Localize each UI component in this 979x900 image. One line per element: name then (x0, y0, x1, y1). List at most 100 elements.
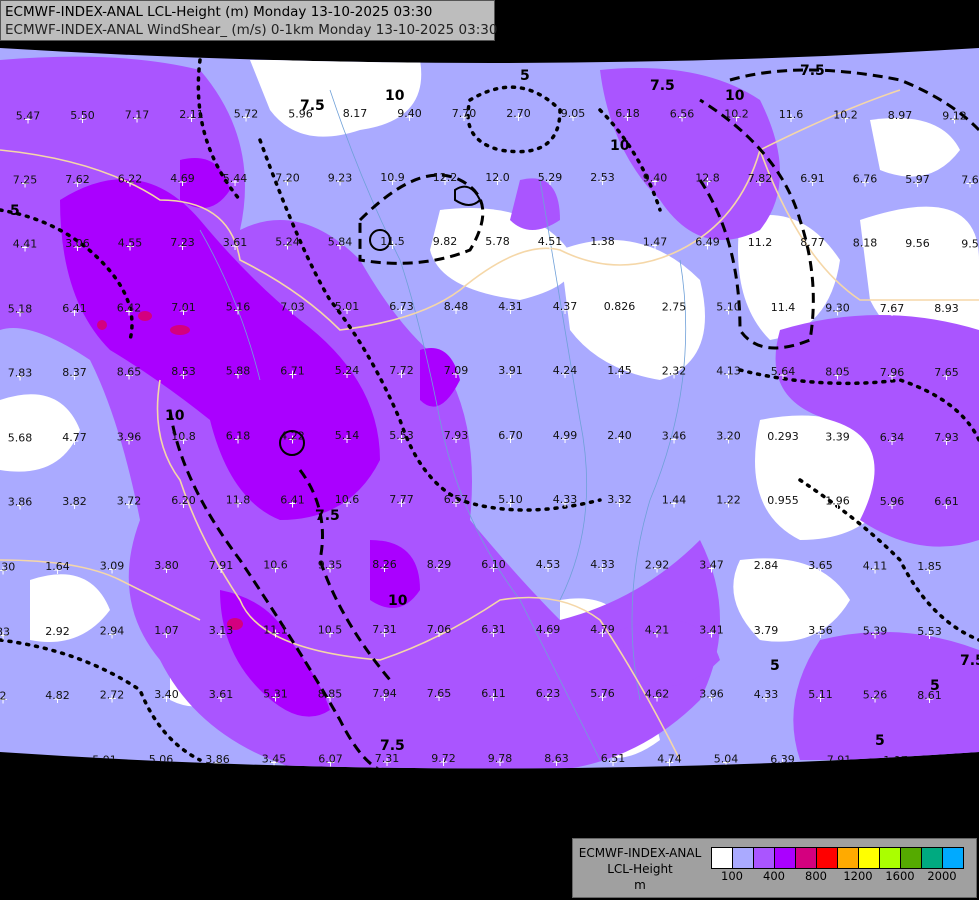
station-value-label: 4.33 (553, 493, 578, 506)
station-value-label: 4.55 (118, 236, 143, 249)
station-value-label: 8.17 (343, 107, 368, 120)
station-value-label: 0.293 (767, 430, 799, 443)
contour-label: 5 (770, 658, 780, 674)
station-value-label: 0.955 (767, 494, 799, 507)
station-value-label: 7.83 (8, 366, 33, 379)
station-value-label: 4.69 (536, 623, 561, 636)
station-value-label: 6.31 (481, 623, 506, 636)
station-value-label: 4.53 (536, 558, 561, 571)
station-value: +7.91 (827, 753, 852, 768)
station-value: +5.91 (92, 754, 117, 771)
station-value-label: 3.79 (754, 624, 779, 637)
station-value-label: 3.13 (209, 624, 234, 637)
station-value-label: 4.30 (0, 560, 15, 573)
station-value-label: 3.82 (62, 495, 87, 508)
station-value-label: 8.77 (800, 236, 825, 249)
station-value-label: 7.20 (275, 171, 300, 184)
station-value-label: 9.78 (488, 752, 513, 765)
station-value-label: 5.68 (8, 431, 33, 444)
contour-label: 7.5 (960, 653, 979, 669)
legend-swatch (817, 848, 838, 868)
station-value-label: 3.41 (699, 624, 724, 637)
station-value-label: 5.10 (498, 493, 523, 506)
station-value-label: 9.56 (905, 237, 930, 250)
station-value-label: 2.53 (590, 171, 615, 184)
station-value: +2 (0, 689, 8, 706)
station-value-label: 6.70 (498, 429, 523, 442)
legend-title-variable: LCL-Height (607, 862, 673, 876)
station-value-label: 3.72 (117, 494, 142, 507)
station-value-label: 7.72 (389, 364, 414, 377)
station-value-label: 5.53 (389, 429, 414, 442)
station-value-label: 5.11 (808, 688, 833, 701)
legend-swatch (775, 848, 796, 868)
station-value-label: 3.96 (117, 430, 142, 443)
station-value-label: 7.31 (372, 623, 397, 636)
station-value: +6.39 (770, 753, 795, 769)
legend-swatch (796, 848, 817, 868)
station-value-label: 3.86 (205, 753, 230, 766)
station-value-label: 1.38 (590, 235, 615, 248)
station-value-label: 5.64 (771, 365, 796, 378)
station-value-label: 12.2 (433, 171, 458, 184)
station-value-label: 8.05 (825, 365, 850, 378)
legend-swatch (880, 848, 901, 868)
station-value-label: 8.97 (888, 109, 913, 122)
station-value-label: 5.76 (590, 687, 615, 700)
legend-swatch (901, 848, 922, 868)
contour-label: 10 (388, 593, 408, 609)
station-value-label: 7.94 (372, 687, 397, 700)
station-value-label: 11.1 (263, 624, 288, 637)
station-value-label: 4.62 (645, 687, 670, 700)
station-value-label: 10.6 (263, 559, 288, 572)
station-value-label: 3.32 (607, 493, 632, 506)
station-value-label: 10.6 (335, 493, 360, 506)
station-value-label: 6.76 (853, 173, 878, 186)
station-value-label: 9.40 (397, 107, 422, 120)
station-value-label: 1.47 (643, 235, 668, 248)
station-value-label: 4.37 (553, 300, 578, 313)
station-value-label: 1.96 (825, 494, 850, 507)
station-value-label: 5.96 (288, 107, 313, 120)
station-value-label: 7.93 (444, 429, 469, 442)
station-value-label: 7.82 (748, 172, 773, 185)
station-value-label: 5.50 (70, 109, 95, 122)
station-value-label: 2.94 (100, 625, 125, 638)
station-value-label: 5.96 (880, 495, 905, 508)
station-value-label: 6.07 (318, 752, 343, 765)
station-value: +7.15 (36, 754, 61, 768)
station-value-label: 7.91 (209, 559, 234, 572)
station-value-label: 5.88 (226, 365, 251, 378)
station-value-label: 5.91 (92, 754, 117, 767)
station-value-label: 11.5 (380, 235, 405, 248)
station-value-label: 4.33 (754, 688, 779, 701)
station-value-label: 3.61 (223, 236, 248, 249)
station-value-label: 8.53 (171, 365, 196, 378)
station-value-label: 7.03 (280, 300, 305, 313)
station-value-label: 7.62 (65, 173, 90, 186)
map-canvas: 57.5107.5107.55107.5107.557.55105 +5.47+… (0, 48, 979, 771)
legend-tick-label: 2000 (927, 869, 957, 883)
station-value-label: 2.92 (45, 625, 70, 638)
station-value-label: 7.23 (170, 236, 195, 249)
station-marker: + (99, 757, 109, 771)
legend-title-source: ECMWF-INDEX-ANAL (578, 846, 702, 860)
contour-label: 10 (165, 408, 185, 424)
station-value-label: 3.09 (100, 560, 125, 573)
station-value-label: 4.82 (45, 689, 70, 702)
station-value-label: 6.61 (934, 495, 959, 508)
station-value-label: 5.24 (275, 235, 300, 248)
station-value-label: 6.56 (670, 107, 695, 120)
contour-label: 10 (725, 88, 745, 104)
station-value-label: 2.75 (662, 300, 687, 313)
station-value-label: 5.01 (335, 300, 360, 313)
station-value-label: 5.06 (149, 753, 174, 766)
color-legend: ECMWF-INDEX-ANAL LCL-Height m 100 400 800 1… (572, 838, 977, 898)
station-value-label: 6.91 (800, 172, 825, 185)
station-value: +5.06 (149, 753, 174, 768)
station-value-label: 4.11 (863, 560, 888, 573)
station-value-label: 4.99 (553, 429, 578, 442)
station-value-label: 1.07 (154, 624, 179, 637)
station-value-label: 4.24 (553, 364, 578, 377)
station-value-label: 8.26 (372, 558, 397, 571)
